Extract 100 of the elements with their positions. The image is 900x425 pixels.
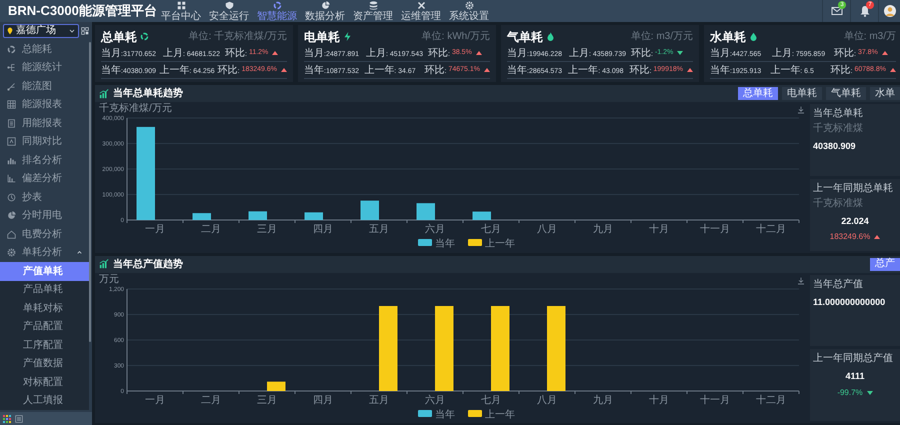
nav-tab[interactable]: 系统设置 [448, 0, 490, 22]
legend-swatch[interactable] [468, 410, 482, 416]
legend-swatch[interactable] [418, 410, 432, 416]
sidebar-subitem[interactable]: 产值数据 [0, 354, 89, 373]
nav-tab[interactable]: 数据分析 [304, 0, 346, 22]
app-title: BRN-C3000能源管理平台 [7, 2, 158, 20]
change-value: 183249.6% [830, 231, 870, 244]
unit-label: 单位: m3/万 [844, 30, 896, 44]
bar [248, 211, 267, 220]
drop-icon [749, 32, 758, 41]
chart-tab[interactable]: 总产 [870, 258, 900, 270]
sidebar-subitem[interactable]: 单耗对标 [0, 299, 89, 318]
tick-label: 一月 [145, 394, 165, 406]
tick-label: 四月 [313, 224, 333, 235]
bar-chart-icon [7, 156, 16, 165]
unit-label: 单位: 千克标准煤/万元 [188, 30, 287, 44]
gear-icon [464, 0, 474, 10]
chart-tab[interactable]: 水单 [870, 87, 900, 100]
summary-value: 11.000000000000 [813, 296, 886, 308]
axis-title: 万元 [99, 274, 119, 284]
flow-icon [7, 63, 16, 72]
chart-tab[interactable]: 电单耗 [782, 87, 822, 100]
nav-tab[interactable]: 资产管理 [352, 0, 394, 22]
card-title: 电单耗 [304, 28, 340, 46]
grid-icon [176, 0, 186, 10]
branch-icon [7, 82, 16, 91]
nav-tab[interactable]: 平台中心 [160, 0, 202, 22]
chevron-down-icon [68, 27, 76, 35]
list-icon[interactable] [15, 414, 23, 422]
recycle-icon [7, 44, 16, 54]
site-dropdown[interactable]: 嘉德广场 [3, 24, 79, 38]
download-icon[interactable] [797, 106, 805, 114]
tick-label: 五月 [369, 224, 389, 235]
legend-label: 上一年 [485, 238, 515, 250]
dropdown-value: 嘉德广场 [16, 26, 56, 36]
summary-value: 4111 [844, 370, 866, 384]
tick-label: 七月 [481, 224, 501, 235]
avatar-icon[interactable] [884, 5, 896, 17]
sidebar-item[interactable]: 电费分析 [0, 225, 89, 244]
unit-label: 千克标准煤 [813, 122, 864, 136]
bell-icon[interactable] [858, 5, 870, 17]
bar [472, 212, 491, 220]
tick-label: 十一月 [700, 224, 730, 235]
download-icon[interactable] [797, 276, 805, 284]
change-value: -99.7% [837, 386, 863, 399]
sidebar-item[interactable]: 能源统计 [0, 58, 89, 77]
sidebar-item[interactable]: 能流图 [0, 77, 89, 96]
app-grid-icon[interactable] [3, 414, 11, 422]
nav-tab[interactable]: 安全运行 [208, 0, 250, 22]
nav-tab[interactable]: 运维管理 [400, 0, 442, 22]
axis-chart-icon [7, 174, 16, 184]
sidebar-subitem[interactable]: 产品配置 [0, 318, 89, 336]
legend-swatch[interactable] [418, 239, 432, 246]
legend-label: 当年 [435, 409, 455, 420]
unit-label: 单位: m3/万元 [630, 30, 693, 44]
sidebar-item[interactable]: 同期对比 [0, 132, 89, 151]
card-title: 气单耗 [507, 28, 543, 46]
clock-icon [7, 192, 16, 202]
house-icon [7, 230, 16, 239]
bar [360, 200, 379, 220]
tick-label: 十月 [649, 394, 669, 406]
summary-title: 上一年同期总产值 [813, 352, 894, 366]
sidebar-subitem[interactable]: 人工填报 [0, 392, 89, 410]
chart-tab[interactable]: 总单耗 [738, 87, 778, 100]
gear-icon [7, 248, 16, 258]
sidebar-item[interactable]: 抄表 [0, 188, 89, 206]
sidebar-subitem[interactable]: 工序配置 [0, 336, 89, 354]
tick-label: 七月 [481, 394, 501, 406]
sidebar-item[interactable]: 分时用电 [0, 206, 89, 225]
card-title: 总单耗 [101, 28, 137, 46]
summary-value: 40380.909 [813, 140, 857, 153]
qr-code-icon[interactable] [81, 27, 89, 35]
lightning-icon [343, 32, 352, 41]
sidebar-subitem[interactable]: 产值单耗 [0, 262, 89, 280]
recycle-icon [140, 32, 149, 41]
sidebar-item[interactable]: 单耗分析 [0, 244, 89, 262]
sidebar-subitem[interactable]: 产品单耗 [0, 280, 89, 299]
bar-chart-icon [99, 259, 109, 269]
tick-label: 十一月 [700, 394, 730, 406]
sidebar-subitem[interactable]: 对标配置 [0, 373, 89, 392]
location-pin-icon [6, 27, 14, 35]
compare-icon [7, 137, 16, 146]
nav-tab[interactable]: 智慧能源 [256, 0, 298, 22]
sidebar-item[interactable]: 总能耗 [0, 40, 89, 58]
sidebar-item[interactable]: 能源报表 [0, 96, 89, 114]
tick-label: 一月 [145, 224, 165, 235]
tick-label: 八月 [537, 394, 557, 406]
sidebar-item[interactable]: 偏差分析 [0, 170, 89, 188]
mail-icon[interactable] [830, 5, 842, 17]
legend-swatch[interactable] [468, 239, 482, 246]
tick-label: 三月 [257, 394, 277, 406]
tick-label: 十二月 [756, 394, 786, 406]
scrollbar[interactable] [89, 42, 91, 342]
panel-title: 当年总产值趋势 [113, 258, 183, 272]
summary-value: 22.024 [840, 214, 870, 228]
panel-title: 当年总单耗趋势 [113, 86, 183, 101]
sidebar-item[interactable]: 用能报表 [0, 114, 89, 132]
chart-tab[interactable]: 气单耗 [826, 87, 866, 100]
table-icon [7, 100, 16, 110]
sidebar-item[interactable]: 排名分析 [0, 151, 89, 170]
